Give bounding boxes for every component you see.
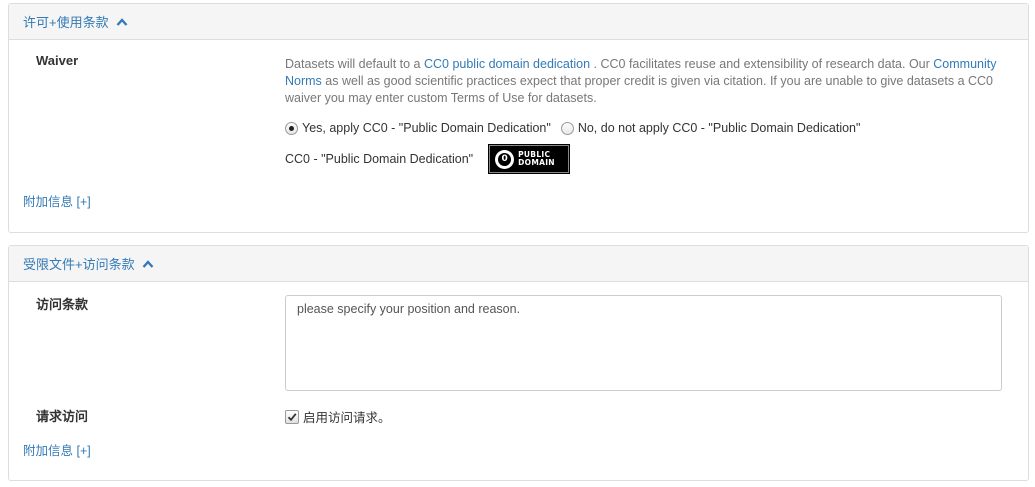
radio-no-label[interactable]: No, do not apply CC0 - "Public Domain De…: [578, 121, 861, 135]
request-access-checkbox[interactable]: [285, 409, 299, 424]
waiver-description: Datasets will default to a CC0 public do…: [285, 57, 997, 105]
radio-no-cc0[interactable]: [560, 121, 574, 135]
cc0-dedication-link[interactable]: CC0 public domain dedication: [424, 57, 590, 71]
public-domain-badge-text: PUBLIC DOMAIN: [518, 150, 555, 167]
request-access-checkbox-label[interactable]: 启用访问请求。: [303, 407, 391, 426]
restricted-more-info-link[interactable]: 附加信息 [+]: [23, 440, 91, 459]
public-domain-badge[interactable]: 0 PUBLIC DOMAIN: [488, 144, 571, 174]
cc0-radio-group: Yes, apply CC0 - "Public Domain Dedicati…: [285, 121, 870, 135]
public-domain-icon: 0: [495, 149, 515, 169]
check-icon: [287, 412, 297, 421]
radio-yes-cc0[interactable]: [285, 121, 298, 135]
access-terms-input[interactable]: please specify your position and reason.: [285, 295, 1002, 391]
restricted-panel-heading[interactable]: 受限文件+访问条款: [9, 246, 1028, 282]
chevron-up-icon: [142, 259, 154, 269]
request-access-row: 启用访问请求。: [285, 407, 391, 426]
license-panel: 许可+使用条款 Waiver Datasets will default to …: [8, 3, 1029, 233]
restricted-files-panel: 受限文件+访问条款 访问条款 please specify your posit…: [8, 245, 1029, 481]
access-terms-label: 访问条款: [36, 297, 89, 312]
cc0-license-label: CC0 - "Public Domain Dedication": [285, 152, 474, 166]
chevron-up-icon: [116, 17, 128, 27]
restricted-panel-title: 受限文件+访问条款: [23, 257, 135, 272]
request-access-label: 请求访问: [36, 409, 89, 424]
radio-yes-label[interactable]: Yes, apply CC0 - "Public Domain Dedicati…: [302, 121, 551, 135]
license-panel-heading[interactable]: 许可+使用条款: [9, 4, 1028, 40]
waiver-label: Waiver: [36, 53, 79, 68]
license-more-info-link[interactable]: 附加信息 [+]: [23, 191, 91, 210]
license-panel-title: 许可+使用条款: [23, 15, 109, 30]
cc0-license-row: CC0 - "Public Domain Dedication" 0 PUBLI…: [285, 144, 571, 174]
